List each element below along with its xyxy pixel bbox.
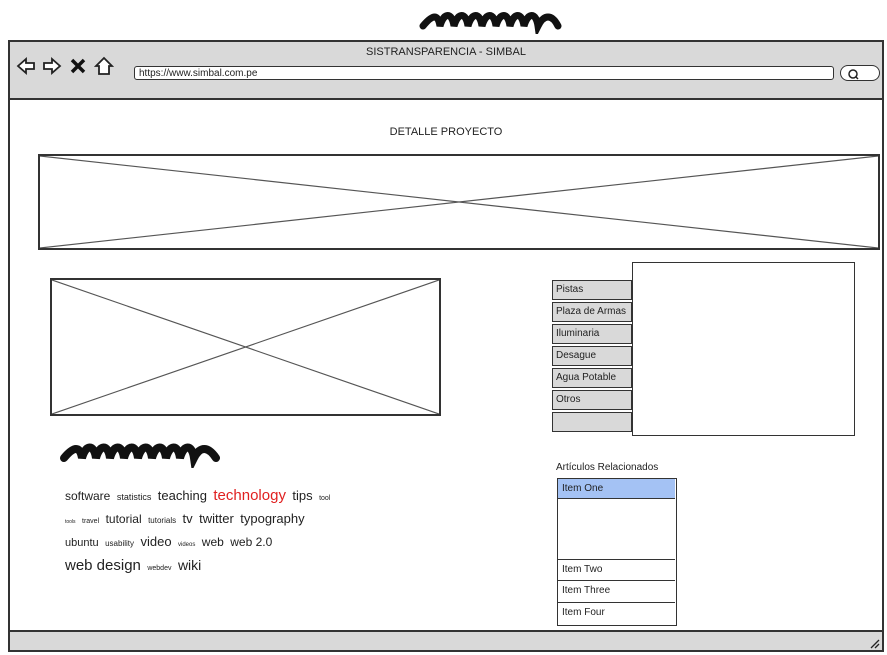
banner-image-placeholder <box>38 154 880 250</box>
tag-link[interactable]: web <box>202 535 224 549</box>
related-articles-list: Item One Item Two Item Three Item Four <box>557 478 677 626</box>
tab-otros[interactable]: Otros <box>552 390 632 410</box>
resize-grip-icon[interactable] <box>868 637 880 649</box>
tag-link[interactable]: twitter <box>199 511 234 526</box>
tag-link[interactable]: travel <box>82 518 99 525</box>
tag-link[interactable]: software <box>65 489 110 503</box>
tag-link[interactable]: videos <box>178 542 195 548</box>
page-title: DETALLE PROYECTO <box>389 126 503 138</box>
tag-link[interactable]: tools <box>65 519 76 525</box>
tag-link[interactable]: tips <box>292 488 312 503</box>
browser-titlebar: SISTRANSPARENCIA - SIMBAL https://www.si… <box>10 42 882 100</box>
scribble-heading <box>60 443 220 468</box>
tab-pistas[interactable]: Pistas <box>552 280 632 300</box>
placeholder-cross-icon <box>52 280 439 414</box>
list-item-two[interactable]: Item Two <box>558 559 675 579</box>
tag-link[interactable]: teaching <box>158 488 207 503</box>
tag-link[interactable]: wiki <box>178 557 201 573</box>
tag-link[interactable]: statistics <box>117 492 152 502</box>
placeholder-cross-icon <box>40 156 878 248</box>
tag-link[interactable]: web 2.0 <box>230 535 272 549</box>
tab-content-panel <box>632 262 855 436</box>
tab-empty[interactable] <box>552 412 632 432</box>
tab-plaza-de-armas[interactable]: Plaza de Armas <box>552 302 632 322</box>
tab-desague[interactable]: Desague <box>552 346 632 366</box>
tab-iluminaria[interactable]: Iluminaria <box>552 324 632 344</box>
list-item-one[interactable]: Item One <box>558 479 675 499</box>
tag-link[interactable]: technology <box>213 487 286 504</box>
close-x-icon[interactable] <box>68 56 88 76</box>
tag-cloud: software statistics teaching technology … <box>65 486 345 579</box>
browser-window: SISTRANSPARENCIA - SIMBAL https://www.si… <box>8 40 884 652</box>
tab-agua-potable[interactable]: Agua Potable <box>552 368 632 388</box>
tag-link[interactable]: tutorial <box>106 512 142 526</box>
tag-link[interactable]: tv <box>183 511 193 526</box>
search-icon <box>848 69 859 80</box>
window-title: SISTRANSPARENCIA - SIMBAL <box>366 46 526 58</box>
status-bar <box>10 630 882 650</box>
related-articles-title: Artículos Relacionados <box>556 462 659 473</box>
forward-arrow-icon[interactable] <box>42 56 62 76</box>
list-item-four[interactable]: Item Four <box>558 602 675 622</box>
tag-link[interactable]: tutorials <box>148 516 176 525</box>
tag-link[interactable]: ubuntu <box>65 537 99 549</box>
url-input[interactable]: https://www.simbal.com.pe <box>134 66 834 80</box>
scribble-logo-top <box>419 12 562 34</box>
tag-link[interactable]: tool <box>319 495 330 502</box>
tag-link[interactable]: video <box>140 534 171 549</box>
search-button[interactable] <box>840 65 880 81</box>
tag-link[interactable]: typography <box>240 511 304 526</box>
tag-link[interactable]: usability <box>105 539 134 548</box>
back-arrow-icon[interactable] <box>16 56 36 76</box>
project-image-placeholder <box>50 278 441 416</box>
tag-link[interactable]: web design <box>65 557 141 574</box>
home-icon[interactable] <box>94 56 114 76</box>
list-item-three[interactable]: Item Three <box>558 580 675 600</box>
tag-link[interactable]: webdev <box>147 565 171 572</box>
